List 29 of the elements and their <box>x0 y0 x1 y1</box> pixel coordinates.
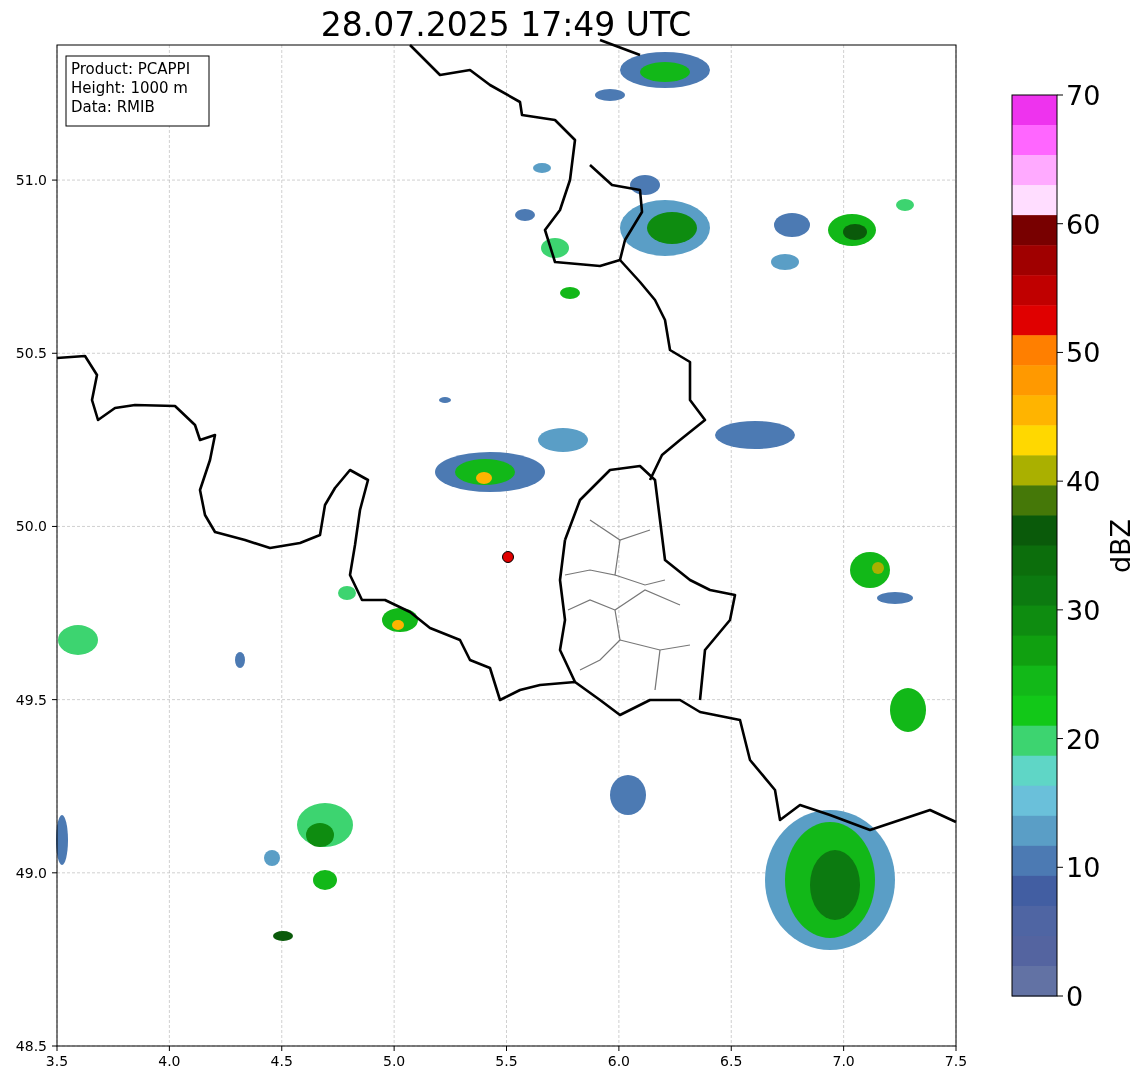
x-tick-label: 7.5 <box>944 1053 968 1069</box>
x-tick-label: 4.5 <box>270 1053 293 1069</box>
x-tick-label: 3.5 <box>45 1053 69 1069</box>
y-tick-label: 50.5 <box>15 345 47 362</box>
x-tick-label: 7.0 <box>832 1053 855 1069</box>
y-tick-label: 51.0 <box>15 172 47 189</box>
y-tick-label: 49.5 <box>15 691 47 708</box>
colorbar-tick-label: 20 <box>1066 723 1101 755</box>
x-tick-label: 5.5 <box>495 1053 518 1069</box>
colorbar-tick-label: 10 <box>1066 852 1101 884</box>
chart-title: 28.07.2025 17:49 UTC <box>320 5 692 44</box>
info-text: Product: PCAPPI <box>71 60 191 78</box>
colorbar-tick-label: 30 <box>1066 594 1101 626</box>
colorbar-tick-label: 70 <box>1066 80 1101 111</box>
colorbar-tick-label: 0 <box>1066 981 1084 1012</box>
info-text: Data: RMIB <box>71 98 155 116</box>
x-tick-label: 6.0 <box>607 1053 630 1069</box>
y-tick-label: 50.0 <box>15 518 47 535</box>
radar-site-marker <box>502 551 514 563</box>
y-tick-label: 49.0 <box>15 864 47 881</box>
info-text: Height: 1000 m <box>71 79 188 97</box>
colorbar-tick-label: 40 <box>1066 466 1101 498</box>
x-tick-label: 6.5 <box>720 1053 743 1069</box>
colorbar-label: dBZ <box>1105 518 1136 574</box>
x-tick-label: 4.0 <box>158 1053 181 1069</box>
x-tick-label: 5.0 <box>383 1053 406 1069</box>
y-tick-label: 48.5 <box>15 1038 47 1054</box>
colorbar-tick-label: 50 <box>1066 337 1101 369</box>
colorbar-tick-label: 60 <box>1066 208 1101 240</box>
